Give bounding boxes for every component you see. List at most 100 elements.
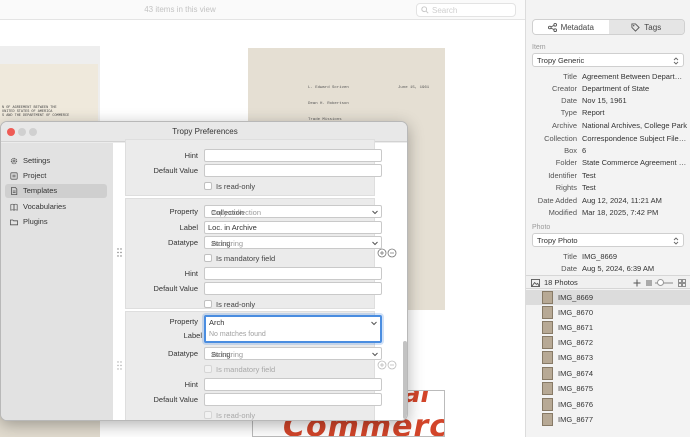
metadata-key: Title xyxy=(563,72,577,81)
read-only-checkbox[interactable] xyxy=(204,411,212,419)
metadata-row[interactable]: Date Added Aug 12, 2024, 11:21 AM xyxy=(526,196,690,208)
metadata-key: Date Added xyxy=(537,196,577,205)
add-photo-icon[interactable] xyxy=(633,279,641,287)
zoom-slider[interactable] xyxy=(655,279,673,286)
hint-row: Hint xyxy=(126,149,382,163)
default-value-input[interactable] xyxy=(204,282,382,295)
photo-template-select[interactable]: Tropy Photo xyxy=(532,233,684,247)
photo-list-item[interactable]: IMG_8670 xyxy=(526,305,690,320)
metadata-value[interactable]: IMG_8669 xyxy=(582,252,688,261)
metadata-key: Collection xyxy=(544,134,577,143)
metadata-row[interactable]: Archive National Archives, College Park xyxy=(526,121,690,133)
photo-title: IMG_8677 xyxy=(558,415,594,424)
hint-input[interactable] xyxy=(204,267,382,280)
metadata-row[interactable]: Modified Mar 18, 2025, 7:42 PM xyxy=(526,208,690,220)
photo-thumbnail xyxy=(542,367,553,380)
default-value-input[interactable] xyxy=(204,164,382,177)
search-input[interactable]: Search xyxy=(416,3,516,17)
datatype-select[interactable]: String xsd:string xyxy=(204,236,382,249)
metadata-row[interactable]: Identifier Test xyxy=(526,171,690,183)
default-value-input[interactable] xyxy=(204,393,382,406)
metadata-row[interactable]: Rights Test xyxy=(526,183,690,195)
read-only-checkbox[interactable] xyxy=(204,300,212,308)
photo-list-item[interactable]: IMG_8676 xyxy=(526,397,690,412)
metadata-row[interactable]: Title IMG_8669 xyxy=(526,252,690,264)
property-uri: tropy:collection xyxy=(211,208,262,217)
metadata-key: Rights xyxy=(555,183,577,192)
read-only-label: Is read-only xyxy=(216,300,256,309)
add-remove-field-icon[interactable] xyxy=(377,360,399,370)
search-icon xyxy=(421,6,429,14)
metadata-row[interactable]: Collection Correspondence Subject Files, … xyxy=(526,134,690,146)
metadata-value[interactable]: Department of State xyxy=(582,84,688,93)
photo-section-label: Photo xyxy=(532,224,551,231)
nav-item-vocabularies[interactable]: Vocabularies xyxy=(5,200,107,214)
item-template-select[interactable]: Tropy Generic xyxy=(532,53,684,67)
drag-handle-icon[interactable] xyxy=(117,361,122,370)
metadata-value[interactable]: National Archives, College Park xyxy=(582,121,688,130)
nav-item-settings[interactable]: Settings xyxy=(5,154,107,168)
photo-list-item[interactable]: IMG_8674 xyxy=(526,366,690,381)
metadata-value[interactable]: Agreement Between Departme... xyxy=(582,72,688,81)
metadata-value[interactable]: State Commerce Agreement Ju... xyxy=(582,158,688,167)
tab-metadata[interactable]: Metadata xyxy=(533,20,609,34)
read-only-row: Is read-only xyxy=(126,409,376,420)
nav-item-templates[interactable]: Templates xyxy=(5,184,107,198)
photo-list-item[interactable]: IMG_8672 xyxy=(526,335,690,350)
metadata-row[interactable]: Creator Department of State xyxy=(526,84,690,96)
metadata-row[interactable]: Folder State Commerce Agreement Ju... xyxy=(526,158,690,170)
metadata-row[interactable]: Title Agreement Between Departme... xyxy=(526,72,690,84)
default-value-label: Default Value xyxy=(153,284,198,293)
photo-thumbnail xyxy=(542,413,553,426)
photo-title: IMG_8672 xyxy=(558,338,594,347)
read-only-checkbox[interactable] xyxy=(204,182,212,190)
default-value-label: Default Value xyxy=(153,166,198,175)
metadata-icon xyxy=(547,22,557,32)
metadata-value[interactable]: Test xyxy=(582,171,688,180)
metadata-key: Box xyxy=(564,146,577,155)
hint-input[interactable] xyxy=(204,378,382,391)
metadata-row[interactable]: Box 6 xyxy=(526,146,690,158)
property-row: Property Collection tropy:collection xyxy=(126,205,382,219)
drag-handle-icon[interactable] xyxy=(117,248,122,257)
photo-list-item[interactable]: IMG_8669 xyxy=(526,290,690,305)
metadata-value[interactable]: Report xyxy=(582,108,688,117)
datatype-select[interactable]: String xsd:string xyxy=(204,347,382,360)
metadata-value[interactable]: Test xyxy=(582,183,688,192)
photo-list-item[interactable]: IMG_8671 xyxy=(526,320,690,335)
metadata-value[interactable]: Correspondence Subject Files, ... xyxy=(582,134,688,143)
nav-item-plugins[interactable]: Plugins xyxy=(5,215,107,229)
templates-icon xyxy=(11,187,18,195)
metadata-row[interactable]: Type Report xyxy=(526,108,690,120)
nav-item-project[interactable]: Project xyxy=(5,169,107,183)
photo-thumbnail xyxy=(542,321,553,334)
metadata-row[interactable]: Date Aug 5, 2024, 6:39 AM xyxy=(526,264,690,275)
photo-thumbnail xyxy=(542,398,553,411)
mandatory-checkbox[interactable] xyxy=(204,254,212,262)
datatype-label: Datatype xyxy=(167,349,198,358)
mandatory-row: Is mandatory field xyxy=(126,252,376,266)
metadata-value[interactable]: Aug 5, 2024, 6:39 AM xyxy=(582,264,688,273)
label-label: Label xyxy=(179,223,198,232)
label-input[interactable]: Loc. in Archive xyxy=(204,221,382,234)
mandatory-checkbox[interactable] xyxy=(204,365,212,373)
metadata-row[interactable]: Date Nov 15, 1961 xyxy=(526,96,690,108)
scrollbar[interactable] xyxy=(403,341,407,419)
tab-tags[interactable]: Tags xyxy=(608,20,684,34)
photo-title: IMG_8675 xyxy=(558,384,594,393)
zoom-slider-handle[interactable] xyxy=(657,279,664,286)
photo-list-item[interactable]: IMG_8677 xyxy=(526,412,690,427)
photo-template-value: Tropy Photo xyxy=(537,236,578,245)
mandatory-label: Is mandatory field xyxy=(216,254,276,263)
photo-list-item[interactable]: IMG_8673 xyxy=(526,350,690,365)
metadata-value[interactable]: Nov 15, 1961 xyxy=(582,96,688,105)
photo-title: IMG_8671 xyxy=(558,323,594,332)
template-field: Hint Default Value Is read-only xyxy=(125,139,382,196)
no-matches-message: No matches found xyxy=(209,331,266,338)
photo-list-item[interactable]: IMG_8675 xyxy=(526,381,690,396)
add-remove-field-icon[interactable] xyxy=(377,248,399,258)
property-select[interactable]: Collection tropy:collection xyxy=(204,205,382,218)
property-search-input[interactable]: Arch No matches found xyxy=(204,315,382,343)
metadata-value[interactable]: 6 xyxy=(582,146,688,155)
hint-input[interactable] xyxy=(204,149,382,162)
